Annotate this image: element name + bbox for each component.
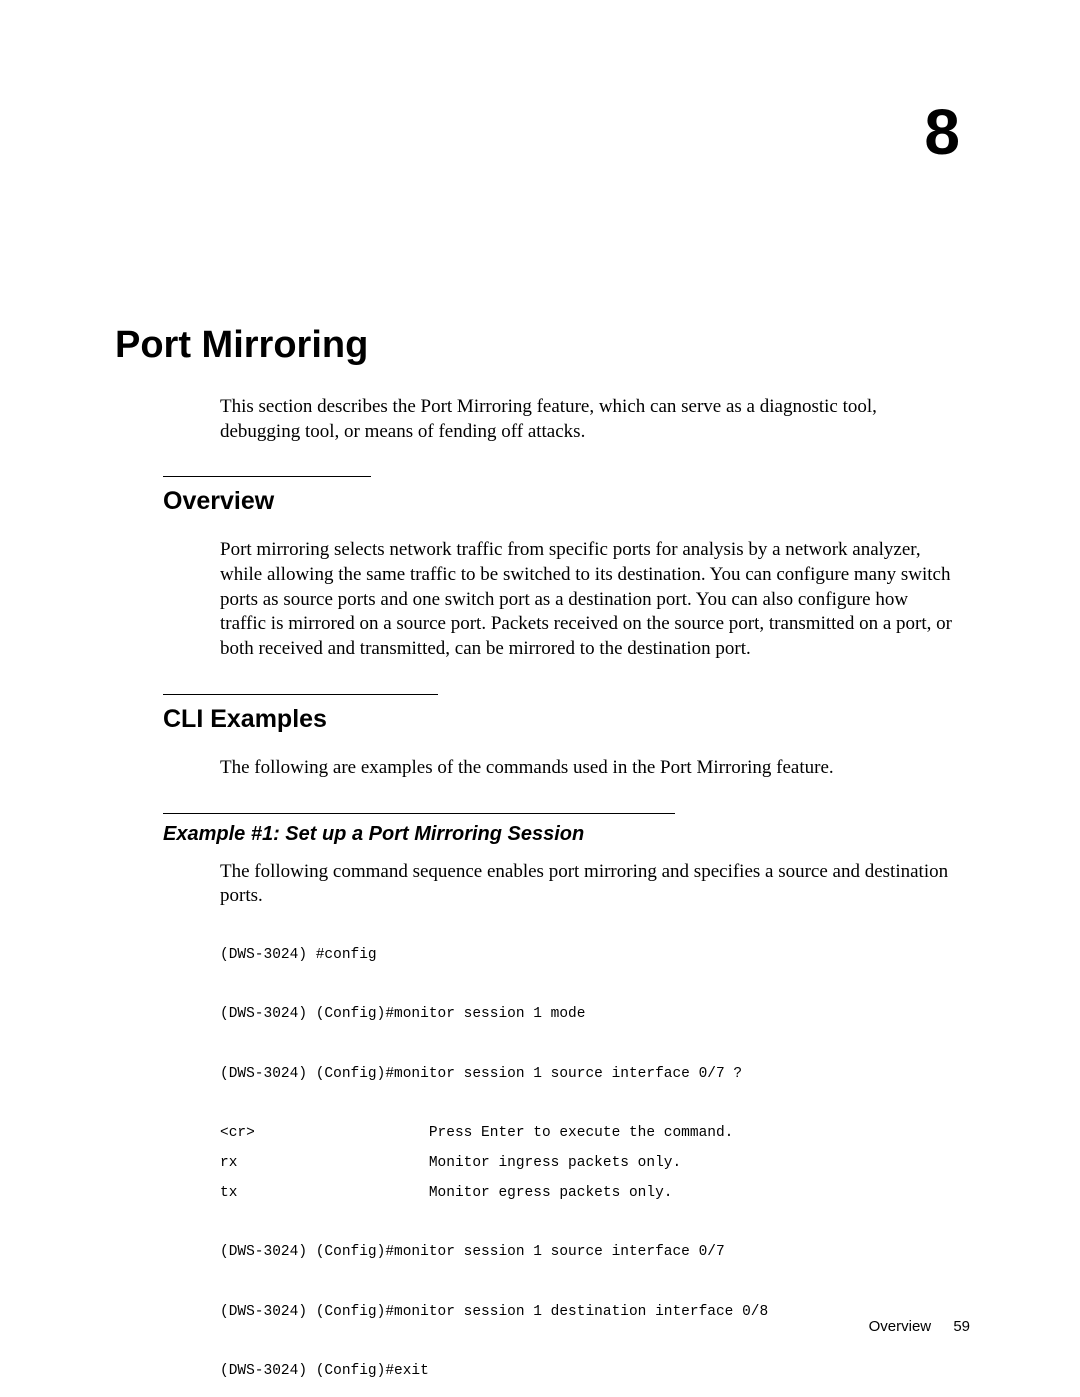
example-1-description: The following command sequence enables p… [220, 860, 955, 909]
chapter-number: 8 [115, 95, 960, 169]
cli-examples-intro: The following are examples of the comman… [220, 756, 955, 781]
footer-section-name: Overview [869, 1318, 932, 1335]
cli-examples-heading: CLI Examples [163, 694, 438, 734]
example-1-code: (DWS-3024) #config (DWS-3024) (Config)#m… [220, 941, 970, 1387]
overview-body: Port mirroring selects network traffic f… [220, 538, 955, 661]
example-1-heading: Example #1: Set up a Port Mirroring Sess… [163, 813, 675, 846]
page-footer: Overview 59 [869, 1318, 970, 1335]
chapter-intro: This section describes the Port Mirrorin… [220, 395, 950, 444]
footer-page-number: 59 [953, 1318, 970, 1335]
overview-heading: Overview [163, 476, 371, 516]
chapter-title: Port Mirroring [115, 324, 970, 367]
page-container: 8 Port Mirroring This section describes … [0, 0, 1080, 1397]
